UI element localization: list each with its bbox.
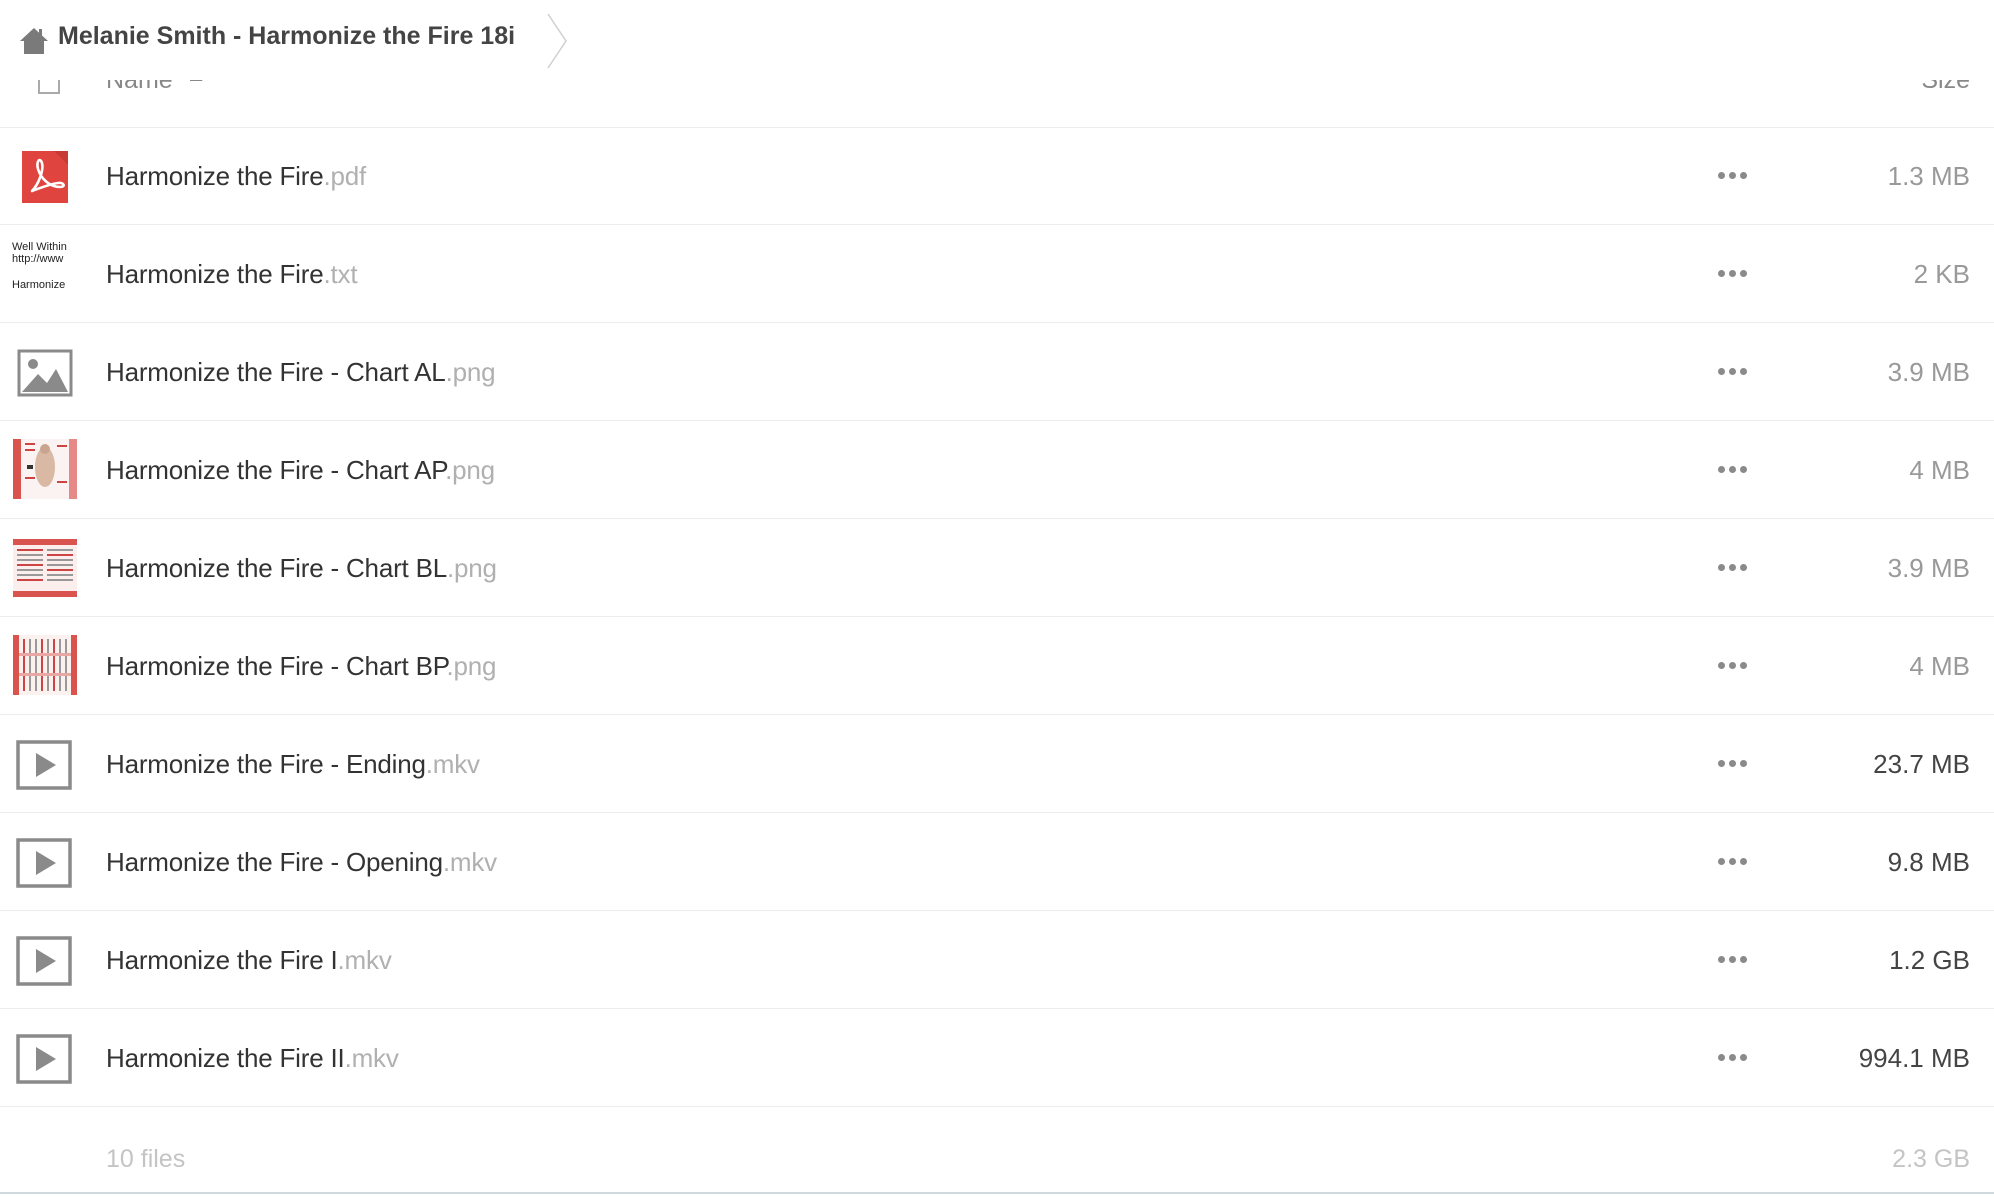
chart-thumbnail <box>13 437 77 501</box>
file-row[interactable]: Harmonize the Fire.pdf 1.3 MB <box>0 127 1994 225</box>
file-size: 4 MB <box>1909 455 1970 485</box>
total-size: 2.3 GB <box>1892 1145 1970 1173</box>
preview-line: Harmonize <box>12 279 66 291</box>
file-name[interactable]: Harmonize the Fire - Chart AL.png <box>106 357 496 388</box>
file-row[interactable]: Harmonize the Fire - Chart BP.png 4 MB <box>0 617 1994 715</box>
more-options-button[interactable] <box>1718 165 1750 185</box>
file-name[interactable]: Harmonize the Fire - Opening.mkv <box>106 847 497 878</box>
preview-line: http://www <box>12 253 64 265</box>
preview-line: Well Within <box>12 241 67 253</box>
chevron-right-icon <box>547 13 567 69</box>
list-summary: 10 files 2.3 GB <box>0 1107 1994 1197</box>
more-options-button[interactable] <box>1718 459 1750 479</box>
video-icon <box>14 931 74 991</box>
file-name[interactable]: Harmonize the Fire.txt <box>106 259 358 290</box>
file-name[interactable]: Harmonize the Fire - Ending.mkv <box>106 749 480 780</box>
file-name[interactable]: Harmonize the Fire - Chart BP.png <box>106 651 497 682</box>
more-options-button[interactable] <box>1718 949 1750 969</box>
file-row[interactable]: Well Within http://www Harmonize Harmoni… <box>0 225 1994 323</box>
file-row[interactable]: Harmonize the Fire II.mkv 994.1 MB <box>0 1009 1994 1107</box>
file-list: Harmonize the Fire.pdf 1.3 MB Well Withi… <box>0 127 1994 1197</box>
image-icon <box>14 343 74 403</box>
file-row[interactable]: Harmonize the Fire I.mkv 1.2 GB <box>0 911 1994 1009</box>
more-options-button[interactable] <box>1718 557 1750 577</box>
file-size: 1.2 GB <box>1889 945 1970 975</box>
home-icon[interactable] <box>18 26 50 56</box>
chart-thumbnail <box>13 633 77 697</box>
file-size: 9.8 MB <box>1887 847 1970 877</box>
video-icon <box>14 735 74 795</box>
text-preview-thumbnail: Well Within http://www Harmonize <box>12 237 78 309</box>
more-options-button[interactable] <box>1718 655 1750 675</box>
more-options-button[interactable] <box>1718 851 1750 871</box>
bottom-divider <box>0 1192 1994 1194</box>
folder-title[interactable]: Melanie Smith - Harmonize the Fire 18i <box>58 22 515 51</box>
file-row[interactable]: Harmonize the Fire - Opening.mkv 9.8 MB <box>0 813 1994 911</box>
breadcrumb: Melanie Smith - Harmonize the Fire 18i <box>0 0 1994 80</box>
file-size: 3.9 MB <box>1887 553 1970 583</box>
file-count: 10 files <box>106 1145 186 1173</box>
more-options-button[interactable] <box>1718 753 1750 773</box>
chart-thumbnail <box>13 535 77 599</box>
file-row[interactable]: Harmonize the Fire - Chart BL.png 3.9 MB <box>0 519 1994 617</box>
file-row[interactable]: Harmonize the Fire - Chart AL.png 3.9 MB <box>0 323 1994 421</box>
file-name[interactable]: Harmonize the Fire - Chart AP.png <box>106 455 495 486</box>
file-size: 3.9 MB <box>1887 357 1970 387</box>
file-row[interactable]: Harmonize the Fire - Chart AP.png 4 MB <box>0 421 1994 519</box>
more-options-button[interactable] <box>1718 263 1750 283</box>
file-size: 2 KB <box>1913 259 1970 289</box>
file-size: 1.3 MB <box>1887 161 1970 191</box>
file-size: 23.7 MB <box>1873 749 1970 779</box>
file-size: 994.1 MB <box>1858 1043 1970 1073</box>
file-row[interactable]: Harmonize the Fire - Ending.mkv 23.7 MB <box>0 715 1994 813</box>
video-icon <box>14 1029 74 1089</box>
video-icon <box>14 833 74 893</box>
pdf-icon <box>14 147 74 207</box>
more-options-button[interactable] <box>1718 361 1750 381</box>
file-name[interactable]: Harmonize the Fire I.mkv <box>106 945 392 976</box>
file-size: 4 MB <box>1909 651 1970 681</box>
file-name[interactable]: Harmonize the Fire.pdf <box>106 161 366 192</box>
file-name[interactable]: Harmonize the Fire - Chart BL.png <box>106 553 497 584</box>
file-name[interactable]: Harmonize the Fire II.mkv <box>106 1043 399 1074</box>
more-options-button[interactable] <box>1718 1047 1750 1067</box>
